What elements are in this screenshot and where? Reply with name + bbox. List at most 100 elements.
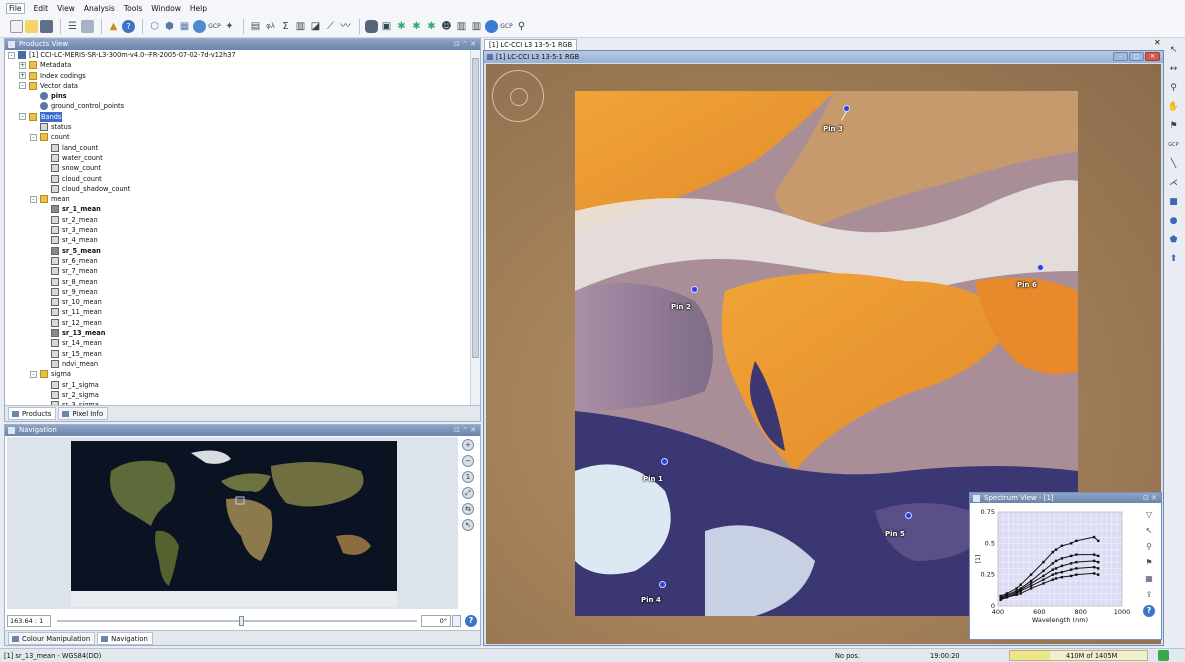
pin-dot-icon[interactable] [691, 286, 698, 293]
rectangle-tool-icon[interactable]: ■ [1167, 196, 1180, 209]
menu-edit[interactable]: Edit [34, 4, 49, 13]
tree-node[interactable]: sr_12_mean [5, 318, 471, 328]
band-maths-icon[interactable] [81, 20, 94, 33]
help-icon[interactable]: ? [1143, 605, 1155, 617]
tree-node[interactable]: sr_1_sigma [5, 380, 471, 390]
tree-node[interactable]: ground_control_points [5, 101, 471, 111]
tree-node[interactable]: - mean [5, 194, 471, 204]
tree-node[interactable]: snow_count [5, 163, 471, 173]
tree-node[interactable]: sr_2_sigma [5, 390, 471, 400]
tree-node[interactable]: - sigma [5, 369, 471, 379]
spectrum-icon[interactable]: φλ [264, 20, 277, 33]
tab-products[interactable]: Products [8, 407, 57, 420]
sync-views-icon[interactable]: ⇆ [462, 503, 474, 515]
sum-icon[interactable]: Σ [279, 20, 292, 33]
tree-node[interactable]: sr_8_mean [5, 277, 471, 287]
collapse-icon[interactable]: - [30, 195, 37, 203]
show-spectrum-cursor-icon[interactable]: ↖ [1143, 525, 1155, 537]
menu-help[interactable]: Help [190, 4, 207, 13]
mosaic-icon[interactable]: ✱ [425, 20, 438, 33]
spectrum-chart[interactable]: 400 600 800 100000.250.50.75Wavelength (nm)… [972, 506, 1140, 630]
zoom-pixel-icon[interactable]: 1 [462, 471, 474, 483]
save-product-icon[interactable] [40, 20, 53, 33]
tree-node[interactable]: sr_5_mean [5, 246, 471, 256]
pin-dot-icon[interactable] [659, 581, 666, 588]
close-document-icon[interactable]: ✕ [1154, 38, 1161, 47]
tree-node[interactable]: - Vector data [5, 81, 471, 91]
collapse-icon[interactable]: - [30, 133, 37, 141]
zoom-tool-icon[interactable]: ⚲ [1167, 82, 1180, 95]
zoom-slider-knob[interactable] [239, 616, 244, 626]
scrollbar-thumb[interactable] [472, 58, 479, 358]
sync-cursor-icon[interactable]: ↖ [462, 519, 474, 531]
tree-node[interactable]: sr_3_mean [5, 225, 471, 235]
tree-node[interactable]: sr_15_mean [5, 349, 471, 359]
show-grid-icon[interactable]: ▦ [1143, 573, 1155, 585]
layer-manager-icon[interactable]: ▦ [178, 20, 191, 33]
tree-node[interactable]: sr_6_mean [5, 256, 471, 266]
table-icon[interactable]: ▣ [380, 20, 393, 33]
help-icon[interactable]: ? [465, 615, 477, 627]
tree-node[interactable]: - count [5, 132, 471, 142]
scatter-plot-icon[interactable]: ◪ [309, 20, 322, 33]
menu-analysis[interactable]: Analysis [84, 4, 115, 13]
time-series-icon[interactable]: 〰 [339, 20, 352, 33]
world-overview-image[interactable] [71, 441, 397, 607]
memory-indicator[interactable]: 410M of 1405M [1009, 650, 1148, 661]
menu-file[interactable]: File [6, 2, 25, 14]
collapse-icon[interactable]: - [19, 113, 26, 121]
zoom-slider[interactable] [57, 615, 417, 627]
zoom-out-icon[interactable]: − [462, 455, 474, 467]
zoom-in-icon[interactable]: + [462, 439, 474, 451]
zoom-all-icon[interactable]: ⤢ [462, 487, 474, 499]
tree-node[interactable]: land_count [5, 143, 471, 153]
pin-dot-icon[interactable] [905, 512, 912, 519]
tree-node[interactable]: sr_14_mean [5, 338, 471, 348]
colour-icon[interactable] [193, 20, 206, 33]
pan-tool-icon[interactable]: ✋ [1167, 101, 1180, 114]
tree-node[interactable]: - [1] CCI-LC-MERIS-SR-L3-300m-v4.0--FR-20… [5, 50, 471, 60]
scale-field[interactable]: 163.64 : 1 [7, 615, 51, 627]
database-icon[interactable] [365, 20, 378, 33]
tab-colour-manipulation[interactable]: Colour Manipulation [8, 631, 96, 645]
line-tool-icon[interactable]: ╲ [1167, 158, 1180, 171]
pin-tool-icon[interactable]: ⚑ [1167, 120, 1180, 133]
statistics-icon[interactable]: ▤ [249, 20, 262, 33]
tree-node[interactable]: + Metadata [5, 60, 471, 70]
document-tab[interactable]: [1] LC-CCI L3 13-5-1 RGB [484, 39, 578, 50]
open-product-icon[interactable] [25, 20, 38, 33]
magic-wand-icon[interactable]: ✦ [223, 20, 236, 33]
tree-node[interactable]: ndvi_mean [5, 359, 471, 369]
gcp-manager-icon[interactable]: ⬢ [163, 20, 176, 33]
tree-node[interactable]: cloud_shadow_count [5, 184, 471, 194]
tree-node[interactable]: + Index codings [5, 71, 471, 81]
tab-pixel-info[interactable]: Pixel Info [58, 407, 109, 420]
rotation-spinner[interactable] [452, 615, 461, 627]
user-icon[interactable]: ☻ [440, 20, 453, 33]
expand-icon[interactable]: + [19, 61, 26, 69]
profile-plot-icon[interactable]: ⟋ [324, 20, 337, 33]
tab-navigation[interactable]: Navigation [97, 631, 153, 645]
collapse-icon[interactable]: - [8, 51, 15, 59]
tree-node[interactable]: water_count [5, 153, 471, 163]
home-icon[interactable]: ▲ [107, 20, 120, 33]
pin-dot-icon[interactable] [1037, 264, 1044, 271]
products-scrollbar[interactable] [470, 50, 480, 405]
histogram-icon[interactable]: ▥ [294, 20, 307, 33]
minimize-icon[interactable]: – [1113, 52, 1128, 61]
tree-node[interactable]: status [5, 122, 471, 132]
tree-node[interactable]: sr_1_mean [5, 204, 471, 214]
tree-node[interactable]: - Bands [5, 111, 471, 123]
rotation-field[interactable]: 0° [421, 615, 451, 627]
collapse-icon[interactable]: - [19, 82, 26, 90]
tree-node[interactable]: sr_2_mean [5, 215, 471, 225]
gcp-icon[interactable]: GCP [208, 20, 221, 33]
show-pins-spectra-icon[interactable]: ⚲ [1143, 541, 1155, 553]
chart-icon[interactable]: ▥ [455, 20, 468, 33]
menu-tools[interactable]: Tools [124, 4, 142, 13]
batch-processing-icon[interactable]: ✱ [410, 20, 423, 33]
pin-dot-icon[interactable] [661, 458, 668, 465]
menu-window[interactable]: Window [151, 4, 181, 13]
tree-node[interactable]: sr_7_mean [5, 266, 471, 276]
gcp-tool-icon[interactable]: GCP [500, 20, 513, 33]
